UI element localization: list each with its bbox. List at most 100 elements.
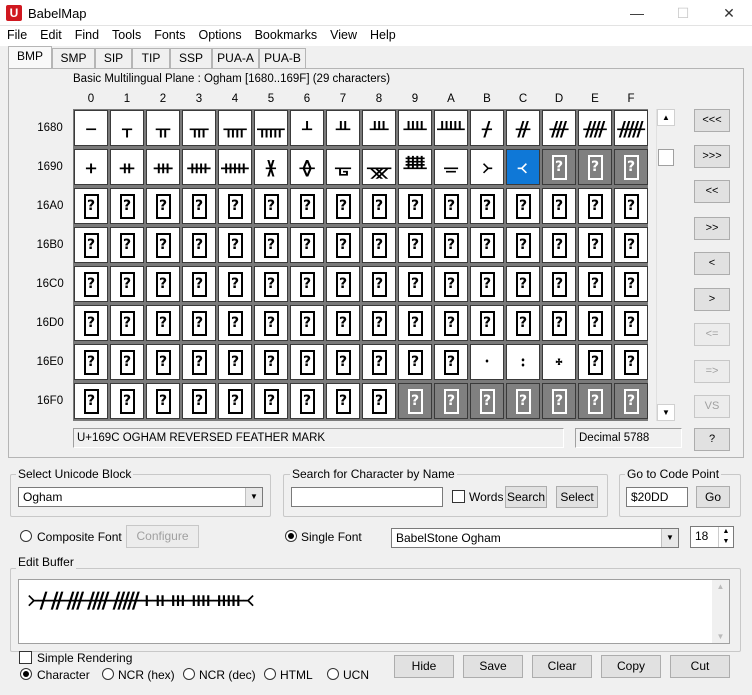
tab-ssp[interactable]: SSP	[170, 48, 212, 68]
character-cell[interactable]: ?	[110, 188, 144, 224]
character-cell[interactable]: ?	[434, 305, 468, 341]
character-cell[interactable]: ?	[614, 227, 648, 263]
hide-button[interactable]: Hide	[394, 655, 454, 678]
character-cell[interactable]: ?	[254, 344, 288, 380]
clear-button[interactable]: Clear	[532, 655, 592, 678]
tab-pua-a[interactable]: PUA-A	[212, 48, 259, 68]
character-cell[interactable]: ?	[146, 188, 180, 224]
character-cell[interactable]: ?	[614, 266, 648, 302]
nav-last-button[interactable]: >>>	[694, 145, 730, 168]
character-cell[interactable]: ᚅ	[254, 110, 288, 146]
character-cell[interactable]: ?	[290, 383, 324, 419]
scroll-down-icon[interactable]: ▼	[712, 632, 729, 641]
character-cell[interactable]: ?	[578, 188, 612, 224]
character-cell[interactable]: ?	[218, 305, 252, 341]
character-cell[interactable]: ?	[506, 188, 540, 224]
edit-buffer-textarea[interactable]: ᚛ᚋᚌᚍᚎᚏᚐᚑᚒᚓᚔ᚜ ▲ ▼	[18, 579, 730, 644]
scroll-thumb[interactable]	[658, 149, 674, 166]
character-cell[interactable]: ᚌ	[506, 110, 540, 146]
character-cell[interactable]: ?	[218, 383, 252, 419]
character-cell[interactable]: ?	[470, 227, 504, 263]
scroll-up-icon[interactable]: ▲	[657, 109, 675, 126]
character-cell[interactable]: ?	[110, 344, 144, 380]
character-cell[interactable]: ?	[362, 305, 396, 341]
character-cell[interactable]: ?	[182, 305, 216, 341]
character-cell[interactable]: ?	[614, 305, 648, 341]
character-cell[interactable]: ?	[326, 266, 360, 302]
character-cell[interactable]: ?	[434, 383, 468, 419]
character-cell[interactable]: ?	[614, 149, 648, 185]
menu-help[interactable]: Help	[363, 26, 402, 42]
character-cell[interactable]: ᛫	[470, 344, 504, 380]
character-cell[interactable]: ?	[434, 266, 468, 302]
character-cell[interactable]: ᚔ	[218, 149, 252, 185]
decrement-icon[interactable]: ▼	[718, 537, 733, 547]
tab-sip[interactable]: SIP	[95, 48, 132, 68]
character-cell[interactable]: ?	[146, 227, 180, 263]
scroll-up-icon[interactable]: ▲	[712, 582, 729, 591]
search-button[interactable]: Search	[505, 486, 547, 508]
font-size-stepper[interactable]: 18 ▲ ▼	[690, 526, 734, 548]
character-cell[interactable]: ᚑ	[110, 149, 144, 185]
character-cell[interactable]: ᚍ	[542, 110, 576, 146]
character-cell[interactable]: ?	[470, 188, 504, 224]
nav-next-page-button[interactable]: >>	[694, 217, 730, 240]
character-cell[interactable]: ?	[146, 266, 180, 302]
font-select[interactable]: BabelStone Ogham ▼	[391, 528, 679, 548]
character-cell[interactable]: ?	[146, 383, 180, 419]
character-cell[interactable]: ᛬	[506, 344, 540, 380]
chevron-down-icon[interactable]: ▼	[661, 529, 678, 547]
character-cell[interactable]: ᚏ	[614, 110, 648, 146]
character-cell[interactable]: ?	[506, 227, 540, 263]
words-checkbox[interactable]	[452, 490, 465, 506]
menu-file[interactable]: File	[0, 26, 33, 42]
character-cell[interactable]: ?	[218, 266, 252, 302]
character-cell[interactable]: ?	[398, 227, 432, 263]
character-cell[interactable]: ?	[182, 383, 216, 419]
close-button[interactable]: ✕	[706, 0, 752, 26]
character-cell[interactable]: ?	[290, 266, 324, 302]
character-cell[interactable]: ?	[290, 188, 324, 224]
character-cell[interactable]: ᚐ	[74, 149, 108, 185]
character-cell[interactable]: ?	[542, 188, 576, 224]
character-cell[interactable]: ᚊ	[434, 110, 468, 146]
character-cell[interactable]: ᚕ	[254, 149, 288, 185]
character-cell[interactable]: ?	[578, 305, 612, 341]
go-button[interactable]: Go	[696, 486, 730, 508]
character-cell[interactable]: ᚋ	[470, 110, 504, 146]
character-cell[interactable]: ᚘ	[362, 149, 396, 185]
character-cell[interactable]: ?	[578, 266, 612, 302]
character-cell[interactable]: ?	[542, 149, 576, 185]
configure-button[interactable]: Configure	[126, 525, 199, 548]
nav-prev-button[interactable]: <	[694, 252, 730, 275]
character-cell[interactable]: ?	[254, 227, 288, 263]
character-cell[interactable]: ?	[182, 344, 216, 380]
character-cell[interactable]: ?	[74, 305, 108, 341]
character-cell[interactable]: ?	[398, 266, 432, 302]
character-cell[interactable]: ?	[578, 227, 612, 263]
character-cell[interactable]: ?	[218, 188, 252, 224]
character-cell[interactable]: ?	[110, 305, 144, 341]
tab-bmp[interactable]: BMP	[8, 46, 52, 68]
mode-ncr-dec-radio[interactable]	[183, 668, 195, 683]
character-cell[interactable]: ?	[542, 383, 576, 419]
nav-next-char-button[interactable]: =>	[694, 360, 730, 383]
character-cell[interactable]	[74, 110, 108, 146]
mode-ucn-radio[interactable]	[327, 668, 339, 683]
character-cell[interactable]: ?	[542, 305, 576, 341]
character-cell[interactable]: ᚁ	[110, 110, 144, 146]
character-cell[interactable]: ?	[578, 344, 612, 380]
character-cell[interactable]: ?	[74, 344, 108, 380]
character-cell[interactable]: ᚆ	[290, 110, 324, 146]
menu-bookmarks[interactable]: Bookmarks	[248, 26, 324, 42]
select-button[interactable]: Select	[556, 486, 598, 508]
character-cell[interactable]: ?	[506, 305, 540, 341]
character-cell[interactable]: ?	[362, 344, 396, 380]
character-cell[interactable]: ?	[506, 266, 540, 302]
cut-button[interactable]: Cut	[670, 655, 730, 678]
menu-find[interactable]: Find	[68, 26, 105, 42]
character-cell[interactable]: ?	[398, 188, 432, 224]
character-cell[interactable]: ?	[326, 344, 360, 380]
character-cell[interactable]: ?	[614, 188, 648, 224]
menu-tools[interactable]: Tools	[105, 26, 147, 42]
